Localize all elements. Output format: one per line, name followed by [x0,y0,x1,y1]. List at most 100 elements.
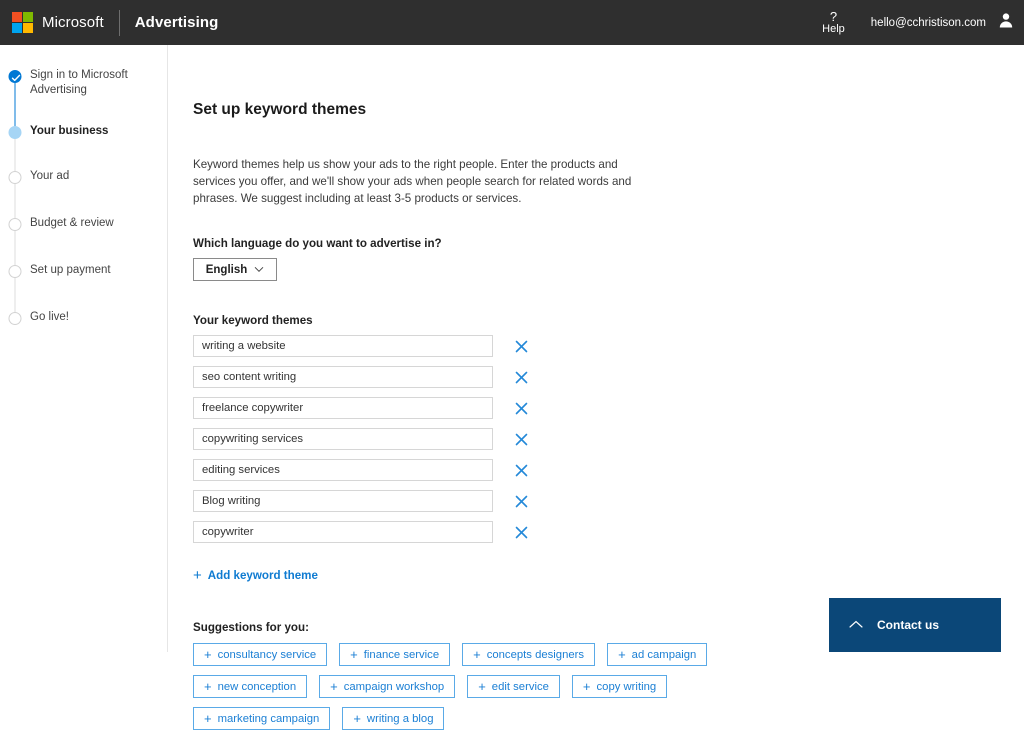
keyword-theme-input[interactable] [193,490,493,512]
add-keyword-theme-label: Add keyword theme [207,569,318,582]
suggestion-chip[interactable]: + ad campaign [607,643,708,666]
sidebar-item-budget-review[interactable]: Budget & review [0,215,167,267]
sidebar-item-label: Your ad [30,170,70,182]
help-button[interactable]: ? Help [822,10,845,35]
plus-icon: + [204,711,212,726]
suggestion-chip-label: copy writing [596,680,657,693]
suggestion-chip[interactable]: + concepts designers [462,643,596,666]
remove-keyword-theme-button[interactable] [515,433,528,446]
keyword-theme-input[interactable] [193,459,493,481]
keyword-theme-input[interactable] [193,521,493,543]
remove-keyword-theme-button[interactable] [515,495,528,508]
sidebar-item-label: Go live! [30,311,69,323]
suggestion-chip-label: campaign workshop [343,680,445,693]
keyword-theme-row [193,366,1024,388]
contact-us-widget[interactable]: Contact us [829,598,1001,652]
account-email: hello@cchristison.com [870,16,986,29]
check-icon [11,74,21,81]
plus-icon: + [193,567,202,584]
chevron-down-icon [254,264,264,276]
suggestion-chip[interactable]: + campaign workshop [319,675,456,698]
product-name: Advertising [134,14,219,31]
plus-icon: + [204,647,212,662]
keyword-theme-row [193,459,1024,481]
language-question-label: Which language do you want to advertise … [193,237,442,250]
close-icon [515,526,528,538]
header-divider [118,9,120,36]
keyword-theme-input[interactable] [193,397,493,419]
suggestion-chip[interactable]: + writing a blog [342,707,445,730]
suggestion-chip[interactable]: + copy writing [571,675,668,698]
step-marker-todo-icon [8,218,22,231]
keyword-theme-row [193,521,1024,543]
plus-icon: + [618,647,626,662]
sidebar-item-go-live[interactable]: Go live! [0,309,167,354]
page-title: Set up keyword themes [193,101,367,118]
step-connector-line [14,83,16,127]
brand-area[interactable]: Microsoft Advertising [0,9,219,36]
help-question-icon: ? [829,8,838,24]
step-marker-done-icon [8,70,22,83]
keyword-theme-row [193,428,1024,450]
remove-keyword-theme-button[interactable] [515,402,528,415]
suggestion-chip-label: finance service [363,648,440,661]
sidebar-item-sign-in[interactable]: Sign in to Microsoft Advertising [0,67,167,127]
header-right-area: ? Help hello@cchristison.com [822,0,1014,45]
sidebar-item-set-up-payment[interactable]: Set up payment [0,262,167,314]
keyword-themes-list [193,335,1024,543]
chevron-up-icon [849,616,863,634]
step-marker-todo-icon [8,312,22,325]
suggestion-chip[interactable]: + consultancy service [193,643,328,666]
keyword-theme-row [193,397,1024,419]
plus-icon: + [478,679,486,694]
suggestion-chip[interactable]: + finance service [339,643,451,666]
contact-us-label: Contact us [877,618,940,632]
keyword-theme-input[interactable] [193,335,493,357]
close-icon [515,433,528,445]
plus-icon: + [473,647,481,662]
sidebar-item-label: Set up payment [30,264,111,276]
step-marker-todo-icon [8,171,22,184]
keyword-themes-label: Your keyword themes [193,314,313,327]
suggestion-chip-label: marketing campaign [217,712,320,725]
user-avatar-icon[interactable] [998,12,1014,33]
add-keyword-theme-button[interactable]: + Add keyword theme [193,568,318,583]
plus-icon: + [330,679,338,694]
sidebar-item-label: Your business [30,125,109,137]
close-icon [515,402,528,414]
suggestion-chips: + consultancy service + finance service + con… [193,643,713,730]
suggestion-chip[interactable]: + edit service [467,675,560,698]
page-description: Keyword themes help us show your ads to … [193,158,632,205]
page-layout: Sign in to Microsoft Advertising Your bu… [0,45,1024,730]
keyword-theme-input[interactable] [193,428,493,450]
step-marker-current-icon [8,126,22,139]
remove-keyword-theme-button[interactable] [515,371,528,384]
keyword-theme-row [193,490,1024,512]
suggestion-chip-label: ad campaign [631,648,697,661]
language-select[interactable]: English [193,258,277,281]
suggestion-chip-label: concepts designers [486,648,585,661]
close-icon [515,371,528,383]
suggestion-chip[interactable]: + marketing campaign [193,707,331,730]
suggestion-chip[interactable]: + new conception [193,675,308,698]
sidebar-item-label: Budget & review [30,217,114,229]
sidebar-item-your-ad[interactable]: Your ad [0,168,167,220]
setup-steps-sidebar: Sign in to Microsoft Advertising Your bu… [0,45,168,652]
suggestion-chip-label: new conception [217,680,297,693]
sidebar-item-your-business[interactable]: Your business [0,123,167,173]
global-header: Microsoft Advertising ? Help hello@cchri… [0,0,1024,45]
suggestion-chip-label: consultancy service [217,648,317,661]
remove-keyword-theme-button[interactable] [515,340,528,353]
step-marker-todo-icon [8,265,22,278]
help-label: Help [822,22,845,35]
plus-icon: + [582,679,591,694]
close-icon [515,464,528,476]
remove-keyword-theme-button[interactable] [515,464,528,477]
remove-keyword-theme-button[interactable] [515,526,528,539]
language-select-value: English [205,263,248,276]
sidebar-item-label: Sign in to Microsoft Advertising [30,69,128,96]
keyword-theme-input[interactable] [193,366,493,388]
plus-icon: + [350,647,358,662]
suggestion-chip-label: writing a blog [366,712,434,725]
main-content: Set up keyword themes Keyword themes hel… [168,45,1024,730]
